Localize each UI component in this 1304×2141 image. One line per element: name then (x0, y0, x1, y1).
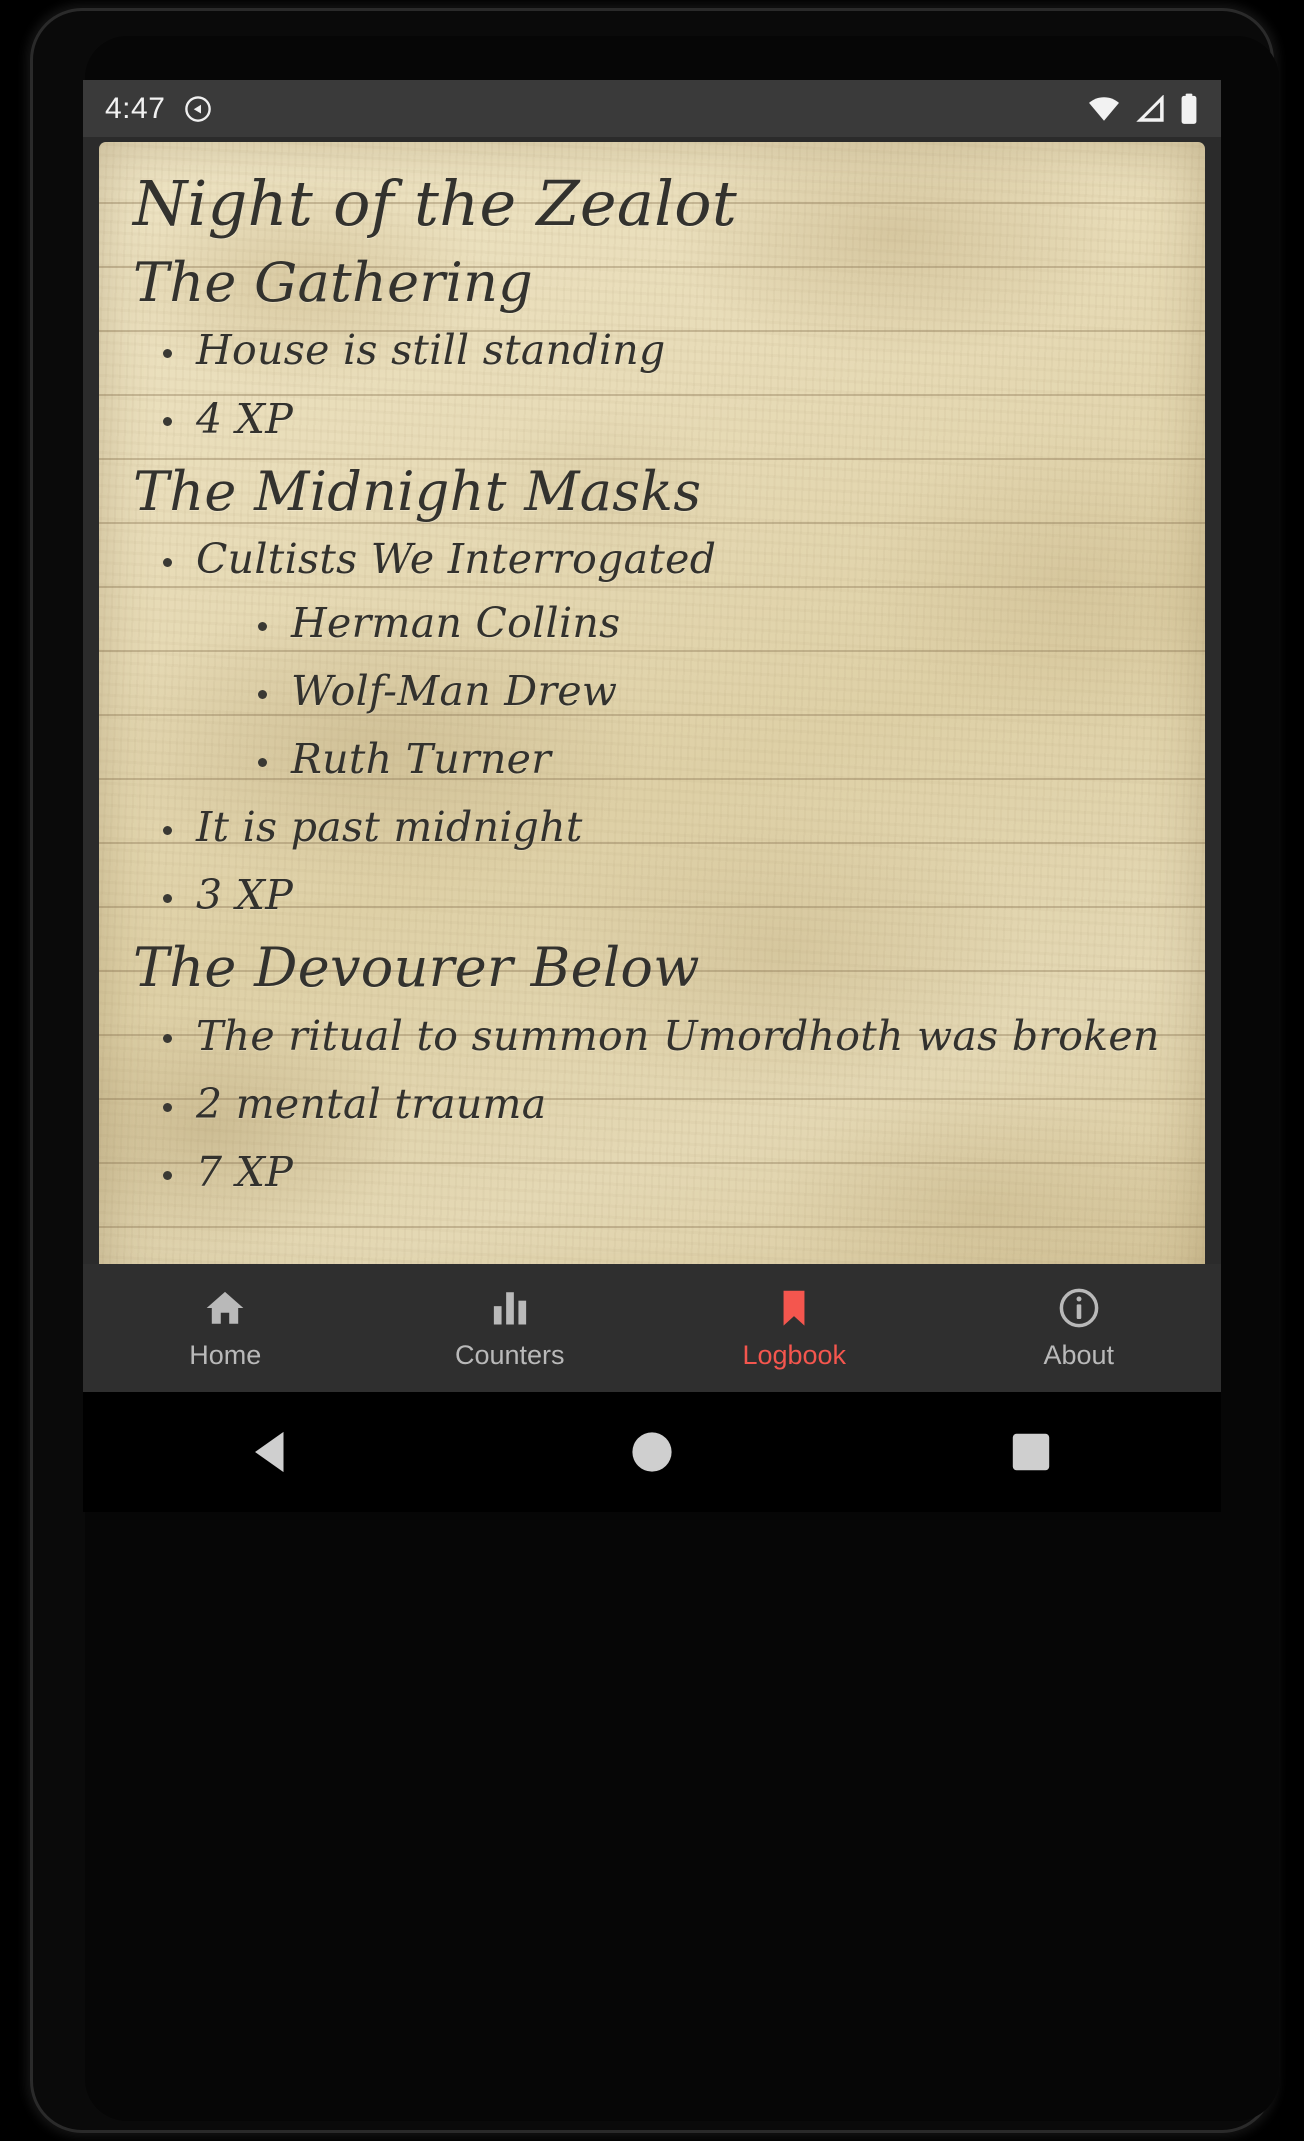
bullet-icon (163, 894, 172, 904)
logbook-paper-card: Night of the Zealot The Gathering House … (99, 142, 1205, 1302)
list-item: The ritual to summon Umordhoth was broke… (149, 1009, 1171, 1063)
scenario-title: The Gathering (133, 251, 534, 315)
bullet-icon (163, 1034, 172, 1044)
battery-full-icon (1179, 93, 1199, 125)
list-item: Ruth Turner (244, 732, 1171, 786)
scenario-entry-list: House is still standing 4 XP (133, 323, 1171, 445)
entry-text: It is past midnight (196, 803, 583, 852)
nested-entry-list: Herman Collins Wolf-Man Drew Ruth Turner (196, 596, 1171, 786)
bullet-icon (258, 621, 267, 631)
cellular-signal-icon (1134, 94, 1166, 123)
entry-text: 2 mental trauma (196, 1079, 547, 1128)
app-screen: 4:47 Night of the Zealot The Gathering H… (83, 80, 1221, 1392)
back-triangle-icon[interactable] (245, 1424, 301, 1480)
bullet-icon (163, 417, 172, 427)
status-bar: 4:47 (83, 80, 1221, 137)
wifi-icon (1087, 95, 1121, 123)
entry-text: 4 XP (196, 394, 294, 443)
bullet-icon (163, 557, 172, 567)
nav-label: Logbook (742, 1339, 847, 1370)
list-item: House is still standing (149, 323, 1171, 377)
list-item: Wolf-Man Drew (244, 664, 1171, 718)
list-item: 2 mental trauma (149, 1077, 1171, 1131)
nav-label: Home (189, 1339, 262, 1370)
nav-label: About (1043, 1339, 1115, 1370)
nav-label: Counters (454, 1339, 565, 1370)
bullet-icon (258, 689, 267, 699)
list-item: Herman Collins (244, 596, 1171, 650)
logbook-scroll-area[interactable]: Night of the Zealot The Gathering House … (99, 142, 1205, 1302)
list-item: 4 XP (149, 392, 1171, 446)
entry-text: The ritual to summon Umordhoth was broke… (196, 1011, 1160, 1060)
status-bar-right (1087, 93, 1199, 125)
list-item: It is past midnight (149, 800, 1171, 854)
android-system-nav (83, 1392, 1221, 1512)
scenario-entry-list: The ritual to summon Umordhoth was broke… (133, 1009, 1171, 1199)
entry-text: Wolf-Man Drew (291, 666, 618, 715)
scenario-title: The Midnight Masks (133, 459, 702, 523)
scenario-entry-list: Cultists We Interrogated Herman Collins … (133, 532, 1171, 923)
bullet-icon (163, 826, 172, 836)
bullet-icon (163, 1102, 172, 1112)
list-item: 7 XP (149, 1145, 1171, 1199)
campaign-title: Night of the Zealot (133, 167, 738, 240)
recents-square-icon[interactable] (1003, 1424, 1059, 1480)
entry-text: Ruth Turner (291, 735, 552, 784)
entry-text: 7 XP (196, 1147, 294, 1196)
list-item: Cultists We Interrogated Herman Collins … (149, 532, 1171, 786)
home-circle-icon[interactable] (624, 1424, 680, 1480)
list-item: 3 XP (149, 868, 1171, 922)
status-bar-left: 4:47 (105, 92, 213, 126)
status-clock: 4:47 (105, 91, 166, 125)
bullet-icon (163, 349, 172, 359)
bullet-icon (258, 757, 267, 767)
entry-text: Herman Collins (291, 598, 621, 647)
screen-record-icon (183, 94, 213, 124)
entry-text: House is still standing (196, 326, 666, 375)
bullet-icon (163, 1170, 172, 1180)
scenario-title: The Devourer Below (133, 936, 700, 1000)
entry-text: 3 XP (196, 871, 294, 920)
entry-text: Cultists We Interrogated (196, 534, 717, 583)
